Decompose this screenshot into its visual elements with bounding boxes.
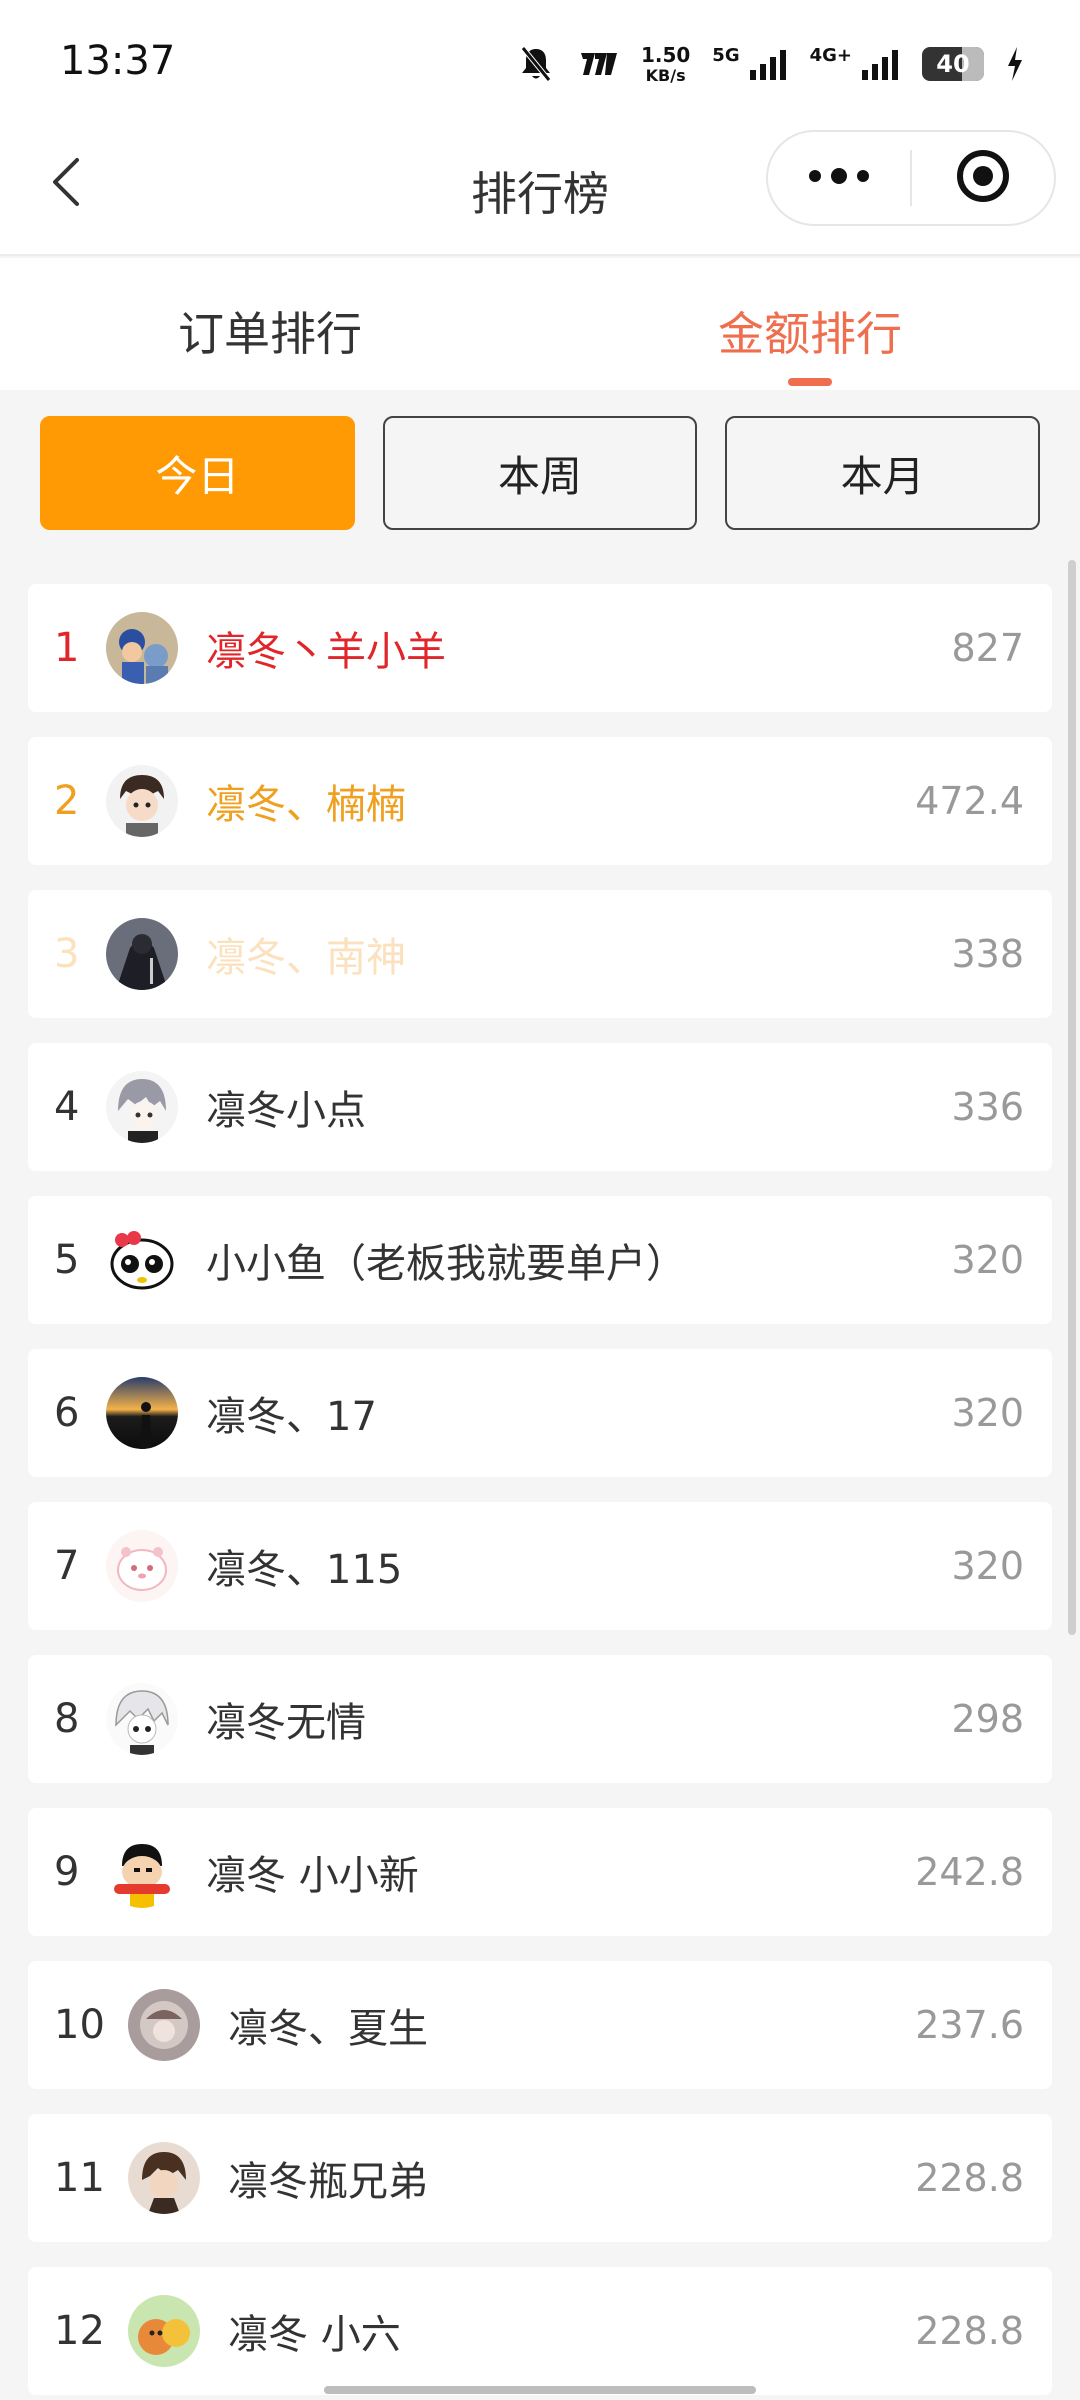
user-name: 凛冬瓶兄弟 (228, 2159, 428, 2205)
mute-icon (519, 46, 553, 82)
list-item[interactable]: 10 凛冬、夏生 237.6 (28, 1961, 1052, 2089)
avatar (106, 765, 178, 837)
list-item[interactable]: 8 凛冬无情 298 (28, 1655, 1052, 1783)
amount-value: 472.4 (915, 779, 1024, 823)
rank-number: 12 (54, 2308, 105, 2354)
period-month-button[interactable]: 本月 (725, 416, 1041, 530)
user-name: 凛冬、楠楠 (206, 782, 406, 828)
user-name: 凛冬无情 (206, 1700, 366, 1746)
list-item[interactable]: 11 凛冬瓶兄弟 228.8 (28, 2114, 1052, 2242)
avatar (128, 2295, 200, 2367)
net-speed-value: 1.50 (640, 42, 691, 67)
list-item[interactable]: 5 小小鱼（老板我就要单户） 320 (28, 1196, 1052, 1324)
amount-value: 320 (951, 1544, 1024, 1588)
tab-amount-ranking[interactable]: 金额排行 (540, 258, 1080, 390)
scrollbar[interactable] (1068, 560, 1076, 1635)
list-item[interactable]: 4 凛冬小点 336 (28, 1043, 1052, 1171)
user-name: 凛冬小点 (206, 1088, 366, 1134)
net-5g-label: 5G (712, 44, 740, 66)
status-icons: 1.50 KB/s 5G 4G+ 40 (519, 40, 1024, 88)
amount-value: 298 (951, 1697, 1024, 1741)
app-screen: 13:37 1.50 KB/s 5G 4G+ 40 排行榜 订单排行 金额排行 … (0, 0, 1080, 2400)
rank-number: 1 (54, 625, 80, 671)
list-item[interactable]: 12 凛冬 小六 228.8 (28, 2267, 1052, 2395)
amount-value: 320 (951, 1391, 1024, 1435)
rank-number: 3 (54, 931, 80, 977)
amount-value: 320 (951, 1238, 1024, 1282)
user-name: 凛冬、115 (206, 1547, 403, 1593)
rank-number: 9 (54, 1849, 80, 1895)
tab-order-ranking[interactable]: 订单排行 (0, 258, 540, 390)
hd-icon (575, 49, 619, 79)
rank-number: 6 (54, 1390, 80, 1436)
period-selector: 今日 本周 本月 (40, 416, 1041, 532)
list-item[interactable]: 9 凛冬 小小新 242.8 (28, 1808, 1052, 1936)
avatar (128, 2142, 200, 2214)
avatar (106, 918, 178, 990)
user-name: 凛冬、17 (206, 1394, 377, 1440)
list-item[interactable]: 3 凛冬、南神 338 (28, 890, 1052, 1018)
period-today-button[interactable]: 今日 (40, 416, 355, 530)
amount-value: 242.8 (915, 1850, 1024, 1894)
amount-value: 336 (951, 1085, 1024, 1129)
user-name: 凛冬、夏生 (228, 2006, 428, 2052)
amount-value: 237.6 (915, 2003, 1024, 2047)
net-speed-unit: KB/s (645, 65, 686, 85)
signal-icon (748, 48, 788, 80)
battery-icon: 40 (922, 47, 984, 81)
user-name: 凛冬 小小新 (206, 1853, 419, 1899)
list-item[interactable]: 6 凛冬、17 320 (28, 1349, 1052, 1477)
avatar (106, 1071, 178, 1143)
user-name: 凛冬、南神 (206, 935, 406, 981)
rank-number: 2 (54, 778, 80, 824)
battery-level: 40 (936, 50, 970, 78)
amount-value: 338 (951, 932, 1024, 976)
amount-value: 228.8 (915, 2156, 1024, 2200)
avatar (106, 1224, 178, 1296)
avatar (128, 1989, 200, 2061)
list-item[interactable]: 2 凛冬、楠楠 472.4 (28, 737, 1052, 865)
target-icon (955, 148, 1011, 208)
period-week-button[interactable]: 本周 (382, 416, 698, 530)
amount-value: 827 (951, 626, 1024, 670)
amount-value: 228.8 (915, 2309, 1024, 2353)
ranking-list: 1 凛冬丶羊小羊 827 2 凛冬、楠楠 472.4 3 凛冬、南神 338 4… (28, 584, 1052, 2400)
avatar (106, 1377, 178, 1449)
user-name: 凛冬 小六 (228, 2312, 401, 2358)
net-4g-label: 4G+ (809, 44, 852, 66)
list-item[interactable]: 1 凛冬丶羊小羊 827 (28, 584, 1052, 712)
rank-number: 5 (54, 1237, 80, 1283)
rank-number: 7 (54, 1543, 80, 1589)
avatar (106, 1836, 178, 1908)
user-name: 小小鱼（老板我就要单户） (206, 1241, 686, 1287)
nav-bar: 排行榜 (0, 120, 1080, 256)
avatar (106, 612, 178, 684)
rank-number: 10 (54, 2002, 105, 2048)
rank-number: 4 (54, 1084, 80, 1130)
charging-icon (1006, 47, 1024, 81)
user-name: 凛冬丶羊小羊 (206, 629, 446, 675)
avatar (106, 1530, 178, 1602)
signal-icon (860, 48, 900, 80)
avatar (106, 1683, 178, 1755)
rank-number: 11 (54, 2155, 105, 2201)
status-time: 13:37 (60, 38, 176, 84)
list-item[interactable]: 7 凛冬、115 320 (28, 1502, 1052, 1630)
mini-program-capsule (766, 130, 1056, 226)
more-dots-icon (807, 166, 871, 190)
home-indicator[interactable] (324, 2386, 756, 2394)
rank-number: 8 (54, 1696, 80, 1742)
ranking-tabs: 订单排行 金额排行 (0, 258, 1080, 390)
close-button[interactable] (912, 148, 1054, 208)
more-button[interactable] (768, 166, 910, 190)
net-speed: 1.50 KB/s (641, 45, 690, 84)
status-bar: 13:37 1.50 KB/s 5G 4G+ 40 (0, 0, 1080, 120)
